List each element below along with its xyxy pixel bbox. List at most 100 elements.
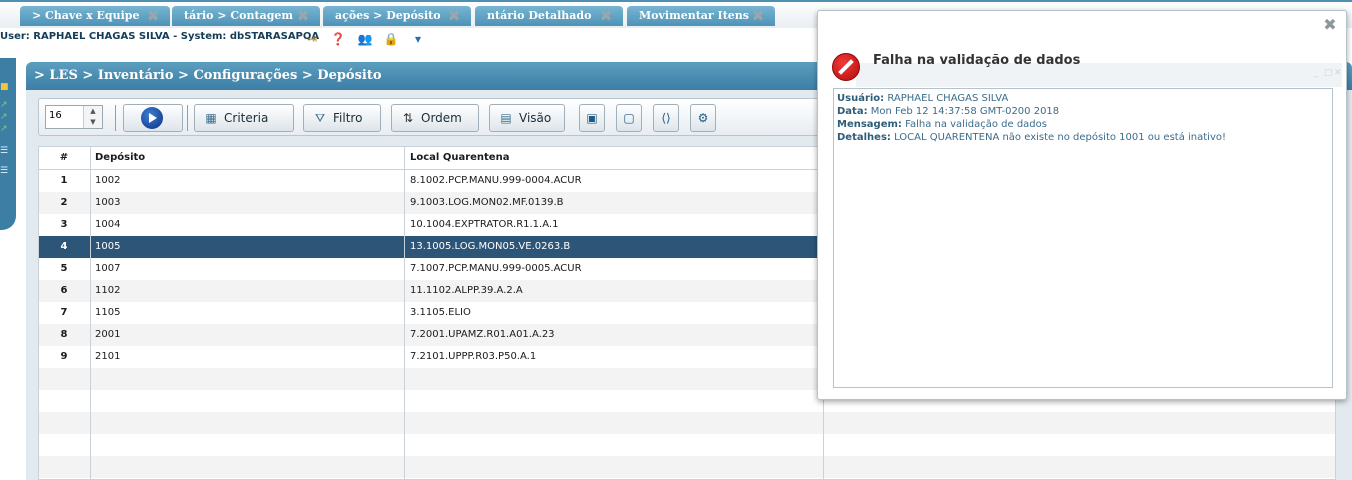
close-icon[interactable]: ✖	[447, 9, 461, 24]
cell-local: 10.1004.EXPTRATOR.R1.1.A.1	[410, 219, 559, 230]
value-mensagem: Falha na validação de dados	[905, 119, 1047, 130]
side-menu: ■ ↗ ↗ ↗ ☰ ☰	[0, 58, 16, 230]
page-size-stepper[interactable]: 16 ▲ ▼	[45, 105, 103, 129]
lock-icon[interactable]: ■	[0, 82, 12, 92]
cell-local: 13.1005.LOG.MON05.VE.0263.B	[410, 241, 571, 252]
close-icon[interactable]: ✖	[296, 9, 310, 24]
tab-chave-equipe[interactable]: > Chave x Equipe ✖	[20, 6, 170, 26]
sort-icon: ⇅	[402, 111, 414, 125]
view-icon: ▤	[500, 111, 512, 125]
close-icon[interactable]: ✖	[751, 9, 765, 24]
tab-label: ntário Detalhado	[487, 9, 592, 22]
arrow-icon[interactable]: ↗	[0, 124, 12, 134]
row-number: 2	[60, 197, 68, 208]
cell-deposito: 1007	[95, 263, 121, 274]
value-usuario: RAPHAEL CHAGAS SILVA	[887, 93, 1009, 104]
run-button[interactable]	[123, 104, 183, 132]
cell-local: 9.1003.LOG.MON02.MF.0139.B	[410, 197, 564, 208]
list-icon[interactable]: ☰	[0, 146, 12, 156]
code-button[interactable]: ⟨⟩	[653, 104, 679, 132]
close-icon[interactable]: ✖	[1322, 17, 1338, 33]
ordem-label: Ordem	[421, 111, 462, 125]
users-icon[interactable]: 👥	[357, 31, 373, 47]
row-number: 5	[60, 263, 68, 274]
detail-data: Data: Mon Feb 12 14:37:58 GMT-0200 2018	[837, 105, 1329, 118]
criteria-icon: ▦	[205, 111, 217, 125]
close-icon[interactable]: ✖	[146, 9, 160, 24]
logout-icon[interactable]: ⇥	[304, 31, 320, 47]
arrow-icon[interactable]: ↗	[0, 100, 12, 110]
tab-deposito[interactable]: ações > Depósito ✖	[323, 6, 471, 26]
column-header-local-quarentena[interactable]: Local Quarentena	[410, 147, 509, 169]
breadcrumb: > LES > Inventário > Configurações > Dep…	[34, 68, 382, 83]
visao-button[interactable]: ▤ Visão	[489, 104, 565, 132]
detail-detalhes: Detalhes: LOCAL QUARENTENA não existe no…	[837, 131, 1329, 144]
ordem-button[interactable]: ⇅ Ordem	[391, 104, 479, 132]
cell-deposito: 1002	[95, 175, 121, 186]
dialog-title: Falha na validação de dados	[873, 53, 1081, 68]
tab-label: tário > Contagem	[184, 9, 294, 22]
chevron-down-icon[interactable]: ▼	[84, 117, 102, 128]
row-number: 8	[60, 329, 68, 340]
list-icon[interactable]: ☰	[0, 166, 12, 176]
help-icon[interactable]: ❓	[330, 31, 346, 47]
toolbar-divider	[115, 105, 116, 131]
stepper-arrows[interactable]: ▲ ▼	[83, 106, 102, 128]
close-icon[interactable]: ✖	[599, 9, 613, 24]
code-icon: ⟨⟩	[661, 111, 671, 125]
cell-local: 7.2101.UPPP.R03.P50.A.1	[410, 351, 537, 362]
close-icon: ✕	[1334, 68, 1342, 78]
tab-contagem[interactable]: tário > Contagem ✖	[172, 6, 320, 26]
criteria-button[interactable]: ▦ Criteria	[194, 104, 294, 132]
arrow-icon[interactable]: ↗	[0, 112, 12, 122]
user-system-text: User: RAPHAEL CHAGAS SILVA - System: dbS…	[0, 31, 320, 42]
empty-row	[39, 412, 1335, 434]
cell-deposito: 1003	[95, 197, 121, 208]
filtro-button[interactable]: ⛛ Filtro	[303, 104, 381, 132]
label-usuario: Usuário:	[837, 93, 885, 104]
row-number: 6	[60, 285, 68, 296]
cell-local: 11.1102.ALPP.39.A.2.A	[410, 285, 523, 296]
cell-deposito: 1105	[95, 307, 121, 318]
cell-deposito: 2101	[95, 351, 121, 362]
cell-local: 8.1002.PCP.MANU.999-0004.ACUR	[410, 175, 582, 186]
row-number: 9	[60, 351, 68, 362]
save-button[interactable]: ▢	[616, 104, 642, 132]
chevron-up-icon[interactable]: ▲	[84, 106, 102, 117]
maximize-icon: □	[1324, 68, 1333, 78]
column-divider	[90, 147, 91, 479]
row-number: 3	[60, 219, 68, 230]
empty-row	[39, 434, 1335, 456]
criteria-label: Criteria	[224, 111, 269, 125]
cell-local: 3.1105.ELIO	[410, 307, 471, 318]
tab-label: > Chave x Equipe	[32, 9, 140, 22]
tab-bar-accent	[0, 0, 1352, 2]
row-number: 7	[60, 307, 68, 318]
cell-deposito: 1004	[95, 219, 121, 230]
detail-mensagem: Mensagem: Falha na validação de dados	[837, 118, 1329, 131]
cell-deposito: 2001	[95, 329, 121, 340]
label-detalhes: Detalhes:	[837, 132, 891, 143]
empty-row	[39, 456, 1335, 478]
export-button[interactable]: ▣	[579, 104, 605, 132]
error-dialog: ✖ _ □ ✕ Falha na validação de dados Usuá…	[817, 10, 1347, 400]
row-number: 1	[60, 175, 68, 186]
chevron-down-icon[interactable]: ▾	[410, 31, 426, 47]
save-icon: ▢	[623, 111, 635, 125]
cell-local: 7.2001.UPAMZ.R01.A01.A.23	[410, 329, 555, 340]
column-divider	[404, 147, 405, 479]
minimize-icon: _	[1314, 68, 1319, 78]
lock-icon[interactable]: 🔒	[383, 31, 399, 47]
tab-detalhado[interactable]: ntário Detalhado ✖	[475, 6, 623, 26]
tab-movimentar-itens[interactable]: Movimentar Itens ✖	[627, 6, 775, 26]
tab-label: ações > Depósito	[335, 9, 441, 22]
cell-deposito: 1102	[95, 285, 121, 296]
toolbar-divider	[187, 105, 188, 131]
column-header-deposito[interactable]: Depósito	[95, 147, 145, 169]
column-header-num[interactable]: #	[39, 147, 89, 169]
settings-icon: ⚙	[697, 111, 709, 125]
label-data: Data:	[837, 106, 868, 117]
settings-button[interactable]: ⚙	[690, 104, 716, 132]
export-icon: ▣	[586, 111, 598, 125]
cell-deposito: 1005	[95, 241, 121, 252]
